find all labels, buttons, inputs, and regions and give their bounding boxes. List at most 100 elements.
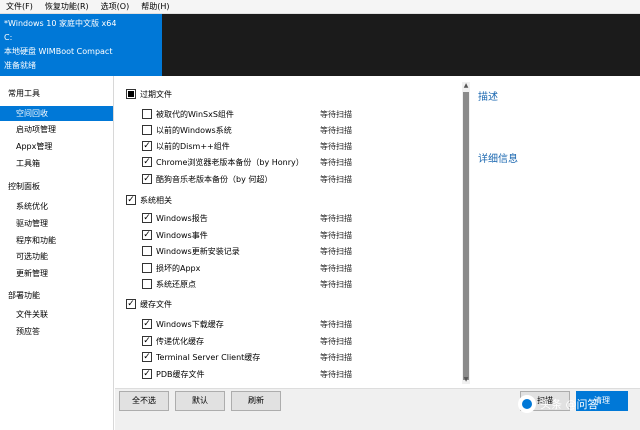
- sidebar-item-programs[interactable]: 程序和功能: [0, 233, 113, 248]
- sidebar-item-toolbox[interactable]: 工具箱: [0, 156, 113, 171]
- item-label: Terminal Server Client缓存: [156, 352, 261, 362]
- sidebar-item-appx[interactable]: Appx管理: [0, 139, 113, 154]
- item-label: Chrome浏览器老版本备份（by Honry）: [156, 157, 304, 167]
- sidebar-item-unattend[interactable]: 预应答: [0, 324, 113, 339]
- item-checkbox[interactable]: [142, 109, 152, 119]
- list-item[interactable]: 以前的Windows系统 等待扫描: [142, 122, 456, 138]
- item-label: Windows更新安装记录: [156, 246, 240, 256]
- sidebar-section-deploy: 部署功能: [8, 291, 40, 300]
- item-checkbox[interactable]: ✓: [142, 319, 152, 329]
- item-status: 等待扫描: [320, 319, 352, 329]
- item-status: 等待扫描: [320, 230, 352, 240]
- item-checkbox[interactable]: ✓: [142, 352, 152, 362]
- item-status: 等待扫描: [320, 213, 352, 223]
- group-system[interactable]: ✓ 系统相关: [126, 192, 172, 208]
- sidebar-item-optimize[interactable]: 系统优化: [0, 199, 113, 214]
- item-status: 等待扫描: [320, 125, 352, 135]
- watermark-text: 头条 @问答: [540, 398, 599, 411]
- item-label: 以前的Windows系统: [156, 125, 232, 135]
- list-item[interactable]: ✓ Windows下载缓存 等待扫描: [142, 316, 456, 332]
- sidebar-section-tools: 常用工具: [8, 89, 40, 98]
- sidebar-item-space-cleanup[interactable]: 空间回收: [0, 106, 113, 121]
- os-name: *Windows 10 家庭中文版 x64: [4, 19, 117, 28]
- scroll-down-icon[interactable]: ▼: [462, 376, 470, 384]
- default-button[interactable]: 默认: [175, 391, 225, 411]
- scroll-up-icon[interactable]: ▲: [462, 82, 470, 90]
- cleanup-list: 过期文件 被取代的WinSxS组件 等待扫描 以前的Windows系统 等待扫描 ✓…: [116, 80, 460, 386]
- list-item[interactable]: 被取代的WinSxS组件 等待扫描: [142, 106, 456, 122]
- item-status: 等待扫描: [320, 157, 352, 167]
- session-info[interactable]: *Windows 10 家庭中文版 x64 C: 本地硬盘 WIMBoot Co…: [0, 14, 162, 76]
- sidebar-item-drivers[interactable]: 驱动管理: [0, 216, 113, 231]
- list-item[interactable]: ✓ Chrome浏览器老版本备份（by Honry） 等待扫描: [142, 154, 456, 170]
- menu-restore[interactable]: 恢复功能(R): [39, 0, 95, 14]
- refresh-button[interactable]: 刷新: [231, 391, 281, 411]
- item-label: 损坏的Appx: [156, 263, 201, 273]
- group-checkbox[interactable]: ✓: [126, 299, 136, 309]
- list-item[interactable]: ✓ 酷狗音乐老版本备份（by 何超） 等待扫描: [142, 171, 456, 187]
- sidebar-section-control-panel: 控制面板: [8, 182, 40, 191]
- scroll-thumb[interactable]: [463, 92, 469, 380]
- list-item[interactable]: ✓ Terminal Server Client缓存 等待扫描: [142, 349, 456, 365]
- item-label: Windows报告: [156, 213, 208, 223]
- item-status: 等待扫描: [320, 336, 352, 346]
- list-item[interactable]: ✓ 以前的Dism++组件 等待扫描: [142, 138, 456, 154]
- item-checkbox[interactable]: ✓: [142, 141, 152, 151]
- item-checkbox[interactable]: [142, 263, 152, 273]
- drive-letter: C:: [4, 33, 13, 42]
- description-heading: 描述: [478, 92, 498, 103]
- session-status: 准备就绪: [4, 61, 36, 70]
- item-checkbox[interactable]: ✓: [142, 213, 152, 223]
- group-checkbox[interactable]: [126, 89, 136, 99]
- item-label: PDB缓存文件: [156, 369, 205, 379]
- item-status: 等待扫描: [320, 141, 352, 151]
- item-label: 被取代的WinSxS组件: [156, 109, 234, 119]
- watermark: 头条 @问答: [518, 393, 636, 415]
- session-list-area: [162, 14, 640, 76]
- group-checkbox[interactable]: ✓: [126, 195, 136, 205]
- item-status: 等待扫描: [320, 369, 352, 379]
- menu-options[interactable]: 选项(O): [95, 0, 136, 14]
- sidebar-item-updates[interactable]: 更新管理: [0, 266, 113, 281]
- item-checkbox[interactable]: ✓: [142, 174, 152, 184]
- toutiao-logo-icon: [518, 395, 536, 413]
- menu-bar: 文件(F) 恢复功能(R) 选项(O) 帮助(H): [0, 0, 640, 14]
- item-status: 等待扫描: [320, 109, 352, 119]
- item-status: 等待扫描: [320, 246, 352, 256]
- item-label: 酷狗音乐老版本备份（by 何超）: [156, 174, 273, 184]
- menu-file[interactable]: 文件(F): [0, 0, 39, 14]
- item-checkbox[interactable]: [142, 279, 152, 289]
- list-item[interactable]: ✓ 传递优化缓存 等待扫描: [142, 333, 456, 349]
- list-item[interactable]: ✓ Windows事件 等待扫描: [142, 227, 456, 243]
- list-item[interactable]: Windows更新安装记录 等待扫描: [142, 243, 456, 259]
- item-checkbox[interactable]: [142, 125, 152, 135]
- item-label: 系统还原点: [156, 279, 196, 289]
- sidebar-item-startup[interactable]: 启动项管理: [0, 122, 113, 137]
- item-status: 等待扫描: [320, 352, 352, 362]
- list-item[interactable]: ✓ PDB缓存文件 等待扫描: [142, 366, 456, 382]
- group-label: 系统相关: [140, 195, 172, 205]
- item-checkbox[interactable]: ✓: [142, 336, 152, 346]
- group-expired-files[interactable]: 过期文件: [126, 86, 172, 102]
- item-checkbox[interactable]: ✓: [142, 230, 152, 240]
- item-checkbox[interactable]: ✓: [142, 369, 152, 379]
- item-checkbox[interactable]: ✓: [142, 157, 152, 167]
- list-item[interactable]: 系统还原点 等待扫描: [142, 276, 456, 292]
- menu-help[interactable]: 帮助(H): [135, 0, 175, 14]
- select-none-button[interactable]: 全不选: [119, 391, 169, 411]
- list-item[interactable]: 损坏的Appx 等待扫描: [142, 260, 456, 276]
- item-status: 等待扫描: [320, 263, 352, 273]
- group-cache[interactable]: ✓ 缓存文件: [126, 296, 172, 312]
- item-label: Windows下载缓存: [156, 319, 224, 329]
- group-label: 缓存文件: [140, 299, 172, 309]
- item-checkbox[interactable]: [142, 246, 152, 256]
- item-status: 等待扫描: [320, 279, 352, 289]
- details-heading: 详细信息: [478, 154, 518, 165]
- disk-type: 本地硬盘 WIMBoot Compact: [4, 47, 113, 56]
- list-scrollbar[interactable]: ▲ ▼: [462, 82, 470, 384]
- sidebar-item-optional-features[interactable]: 可选功能: [0, 249, 113, 264]
- item-label: Windows事件: [156, 230, 208, 240]
- sidebar-item-file-assoc[interactable]: 文件关联: [0, 307, 113, 322]
- sidebar: 常用工具 空间回收 启动项管理 Appx管理 工具箱 控制面板 系统优化 驱动管…: [0, 76, 114, 430]
- list-item[interactable]: ✓ Windows报告 等待扫描: [142, 210, 456, 226]
